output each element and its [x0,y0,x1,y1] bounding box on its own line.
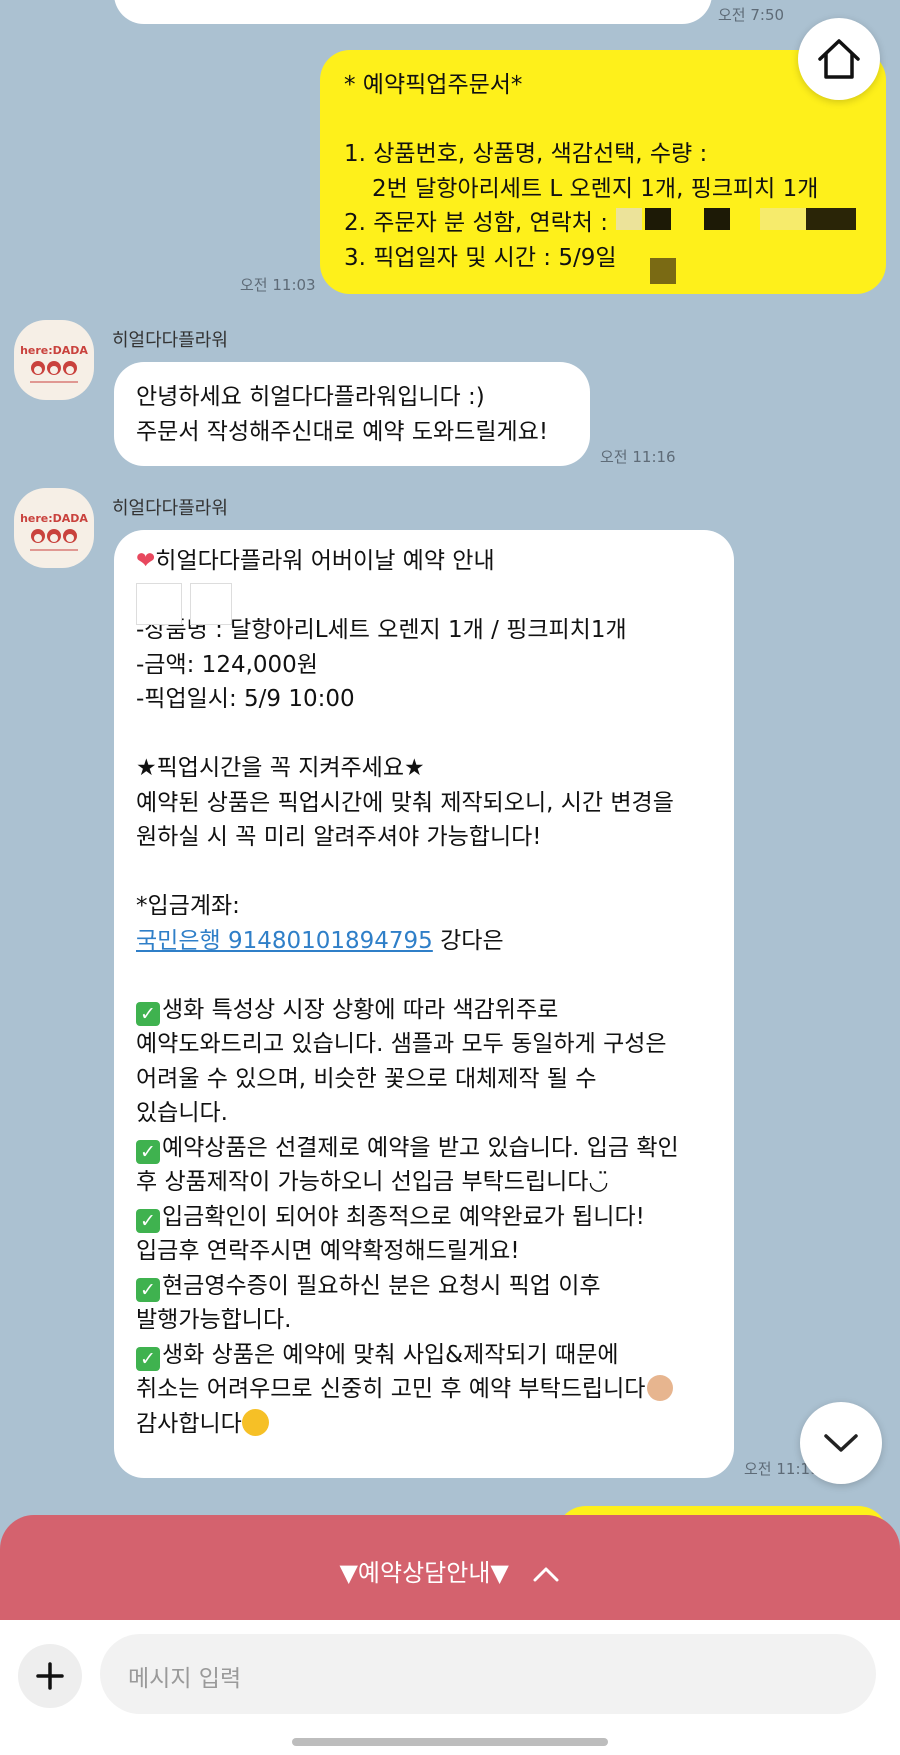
check-icon: ✓ [136,1001,160,1026]
greeting-line: 안녕하세요 히얼다다플라워입니다 :) [136,384,485,410]
input-bar: 메시지 입력 [0,1620,900,1755]
shop-avatar[interactable]: here:DADA [14,320,94,400]
order-line: 1. 상품번호, 상품명, 색감선택, 수량 : [344,141,708,167]
message-input[interactable]: 메시지 입력 [100,1634,876,1714]
check-item-line: 후 상품제작이 가능하오니 선입금 부탁드립니다◡̈ [136,1169,609,1195]
message-input-placeholder: 메시지 입력 [128,1666,242,1692]
account-label: *입금계좌: [136,893,240,919]
notice-line: 예약된 상품은 픽업시간에 맞춰 제작되오니, 시간 변경을 [136,789,674,816]
home-button[interactable] [798,18,880,100]
shop-logo: here:DADA [20,344,88,383]
smile-emoji-icon [241,1408,269,1436]
info-pickup: -픽업일시: 5/9 10:00 [136,686,355,712]
message-time: 오전 11:16 [600,448,676,466]
order-line: 3. 픽업일자 및 시간 : 5/9일 [344,244,617,271]
check-item-line: 현금영수증이 필요하신 분은 요청시 픽업 이후 [162,1272,601,1299]
heart-icon: ❤ [136,548,156,574]
consultation-banner[interactable]: ▼예약상담안내▼ [0,1515,900,1620]
check-icon: ✓ [136,1277,160,1302]
shop-logo: here:DADA [20,512,88,551]
redaction-mark [806,208,856,230]
sender-name: 히얼다다플라워 [112,330,228,351]
notice-line: 원하실 시 꼭 미리 알려주셔야 가능합니다! [136,824,542,850]
check-icon: ✓ [136,1208,160,1233]
account-link[interactable]: 국민은행 91480101894795 [136,928,433,954]
order-line: 2. 주문자 분 성함, 연락처 : [344,210,608,236]
account-holder: 강다은 [432,927,504,954]
redaction-mark [616,208,642,230]
home-icon [818,39,860,79]
check-item-line: 취소는 어려우므로 신중히 고민 후 예약 부탁드립니다 [136,1376,646,1402]
check-item-line: 입금후 연락주시면 예약확정해드릴게요! [136,1238,520,1264]
sender-name: 히얼다다플라워 [112,498,228,519]
chevron-up-icon[interactable] [531,1564,561,1584]
check-item-line: 어려울 수 있으며, 비슷한 꽃으로 대체제작 될 수 [136,1065,597,1092]
bowing-person-icon [647,1375,674,1401]
closing-text: 감사합니다 [136,1410,242,1437]
order-line [344,103,818,138]
plus-icon [36,1662,64,1690]
notice-title: ★픽업시간을 꼭 지켜주세요★ [136,755,425,781]
svg-text:here:DADA: here:DADA [20,344,88,357]
check-icon: ✓ [136,1346,160,1371]
check-item-line: 예약도와드리고 있습니다. 샘플과 모두 동일하게 구성은 [136,1031,667,1057]
info-title: 히얼다다플라워 어버이날 예약 안내 [155,548,495,574]
check-item-line: 발행가능합니다. [136,1307,292,1333]
previous-message-bubble [114,0,712,24]
home-indicator [292,1738,608,1746]
order-line: 2번 달항아리세트 L 오렌지 1개, 핑크피치 1개 [372,175,819,202]
redaction-mark [136,582,182,625]
redaction-mark [190,582,232,625]
scroll-down-button[interactable] [800,1402,882,1484]
check-icon: ✓ [136,1139,160,1164]
order-message-bubble[interactable]: * 예약픽업주문서* 1. 상품번호, 상품명, 색감선택, 수량 : 2번 달… [320,50,886,294]
reservation-info-bubble[interactable]: ❤히얼다다플라워 어버이날 예약 안내 -상품명 : 달항아리L세트 오렌지 1… [114,530,734,1478]
greeting-line: 주문서 작성해주신대로 예약 도와드릴게요! [136,418,549,445]
check-item-line: 생화 상품은 예약에 맞춰 사입&제작되기 때문에 [162,1341,619,1368]
shop-avatar[interactable]: here:DADA [14,488,94,568]
chevron-down-icon [824,1434,858,1452]
redaction-mark [645,208,671,230]
svg-text:here:DADA: here:DADA [20,512,88,525]
order-line: * 예약픽업주문서* [344,72,523,98]
banner-label: ▼예약상담안내▼ [339,1559,509,1587]
greeting-message-bubble[interactable]: 안녕하세요 히얼다다플라워입니다 :) 주문서 작성해주신대로 예약 도와드릴게… [114,362,590,466]
check-item-line: 입금확인이 되어야 최종적으로 예약완료가 됩니다! [162,1203,645,1230]
add-button[interactable] [18,1644,82,1708]
check-item-line: 있습니다. [136,1100,228,1126]
check-item-line: 생화 특성상 시장 상황에 따라 색감위주로 [162,996,559,1023]
message-time: 오전 7:50 [718,6,785,24]
check-item-line: 예약상품은 선결제로 예약을 받고 있습니다. 입금 확인 [162,1134,679,1161]
info-price: -금액: 124,000원 [136,651,318,678]
redaction-mark [650,258,676,284]
message-time: 오전 11:03 [240,276,316,294]
redaction-mark [704,208,730,230]
